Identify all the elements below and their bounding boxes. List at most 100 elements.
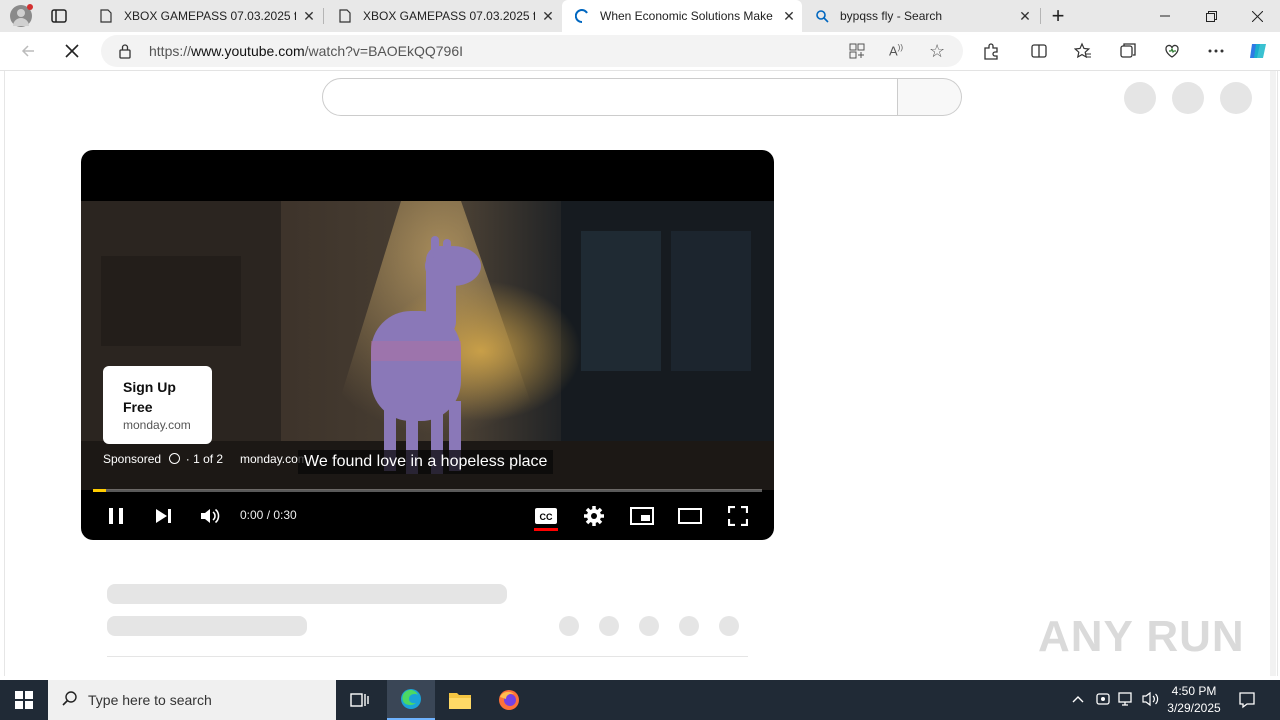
- placeholder-icon-button[interactable]: [1124, 82, 1156, 114]
- lock-icon[interactable]: [118, 43, 132, 64]
- tab-1[interactable]: XBOX GAMEPASS 07.03.2025 fixed ✕: [86, 0, 322, 32]
- ad-cta-card[interactable]: Sign Up Free monday.com: [103, 366, 212, 444]
- task-view-icon[interactable]: [336, 680, 384, 720]
- document-icon: [337, 8, 353, 24]
- action-placeholder: [559, 616, 579, 636]
- back-arrow-icon[interactable]: [12, 35, 44, 67]
- watermark: ANY RUN: [1038, 612, 1245, 661]
- progress-bar[interactable]: [93, 489, 762, 492]
- svg-text:CC: CC: [540, 512, 553, 522]
- url-text[interactable]: https://www.youtube.com/watch?v=BAOEkQQ7…: [149, 43, 463, 59]
- favorites-icon[interactable]: [1067, 35, 1099, 67]
- close-tab-icon[interactable]: ✕: [776, 8, 802, 25]
- tab-4[interactable]: bypqss fly - Search ✕: [802, 0, 1038, 32]
- notifications-icon[interactable]: [1238, 691, 1256, 714]
- tab-title: XBOX GAMEPASS 07.03.2025 fixed: [124, 9, 296, 23]
- bullet: ·: [185, 452, 190, 466]
- more-options-icon[interactable]: [1200, 35, 1232, 67]
- taskbar-search-box[interactable]: Type here to search: [48, 680, 336, 720]
- action-placeholder: [679, 616, 699, 636]
- tab-separator: [1040, 8, 1041, 24]
- action-placeholder: [639, 616, 659, 636]
- search-button[interactable]: [898, 78, 962, 116]
- collections-icon[interactable]: [1112, 35, 1144, 67]
- close-window-icon[interactable]: [1234, 0, 1280, 32]
- url-host: www.youtube.com: [191, 43, 305, 59]
- clock-time: 4:50 PM: [1171, 684, 1217, 698]
- ad-cta-domain: monday.com: [123, 418, 191, 432]
- file-explorer-icon[interactable]: [436, 680, 484, 720]
- time-display: 0:00 / 0:30: [240, 508, 297, 522]
- action-placeholder: [719, 616, 739, 636]
- system-clock[interactable]: 4:50 PM 3/29/2025: [1164, 683, 1224, 717]
- search-icon: [62, 690, 78, 711]
- new-tab-icon[interactable]: +: [1047, 3, 1069, 28]
- split-screen-icon[interactable]: [1023, 35, 1055, 67]
- action-placeholder: [599, 616, 619, 636]
- edge-taskbar-icon[interactable]: [387, 680, 435, 720]
- next-icon[interactable]: [150, 503, 176, 529]
- show-hidden-icons-chevron-icon[interactable]: [1071, 692, 1085, 711]
- tab-2[interactable]: XBOX GAMEPASS 07.03.2025 fixed ✕: [325, 0, 561, 32]
- ad-cta-line-2: Free: [123, 399, 153, 415]
- taskbar-search-placeholder: Type here to search: [88, 692, 212, 708]
- browser-essentials-icon[interactable]: [1156, 35, 1188, 67]
- taskbar: Type here to search 4:50 PM 3/29/2025: [0, 680, 1280, 720]
- windows-start-icon[interactable]: [0, 680, 48, 720]
- favorite-star-icon[interactable]: ☆: [929, 41, 945, 62]
- loading-spinner-icon: [574, 8, 590, 24]
- meet-now-icon[interactable]: [1095, 691, 1111, 712]
- tab-strip: XBOX GAMEPASS 07.03.2025 fixed ✕ XBOX GA…: [0, 0, 1280, 32]
- extensions-icon[interactable]: [975, 35, 1007, 67]
- page-scrollbar[interactable]: [1270, 71, 1276, 676]
- tab-separator: [323, 8, 324, 24]
- close-tab-icon[interactable]: ✕: [296, 8, 322, 25]
- firefox-icon[interactable]: [485, 680, 533, 720]
- read-aloud-icon[interactable]: A)): [889, 43, 903, 58]
- divider: [107, 656, 748, 657]
- tab-title: bypqss fly - Search: [840, 9, 943, 23]
- theater-mode-icon[interactable]: [677, 503, 703, 529]
- copilot-icon[interactable]: [1242, 35, 1274, 67]
- tab-actions-icon[interactable]: [50, 7, 68, 25]
- settings-gear-icon[interactable]: [581, 503, 607, 529]
- fullscreen-icon[interactable]: [725, 503, 751, 529]
- progress-fill: [93, 489, 107, 492]
- profile-avatar[interactable]: [10, 4, 33, 27]
- search-icon: [814, 8, 830, 24]
- closed-captions-icon[interactable]: CC: [533, 503, 559, 529]
- app-available-icon[interactable]: [849, 43, 865, 64]
- video-frame[interactable]: [81, 201, 774, 490]
- document-icon: [98, 8, 114, 24]
- ad-cta-line-1: Sign Up: [123, 379, 176, 395]
- avatar-placeholder[interactable]: [1220, 82, 1252, 114]
- close-tab-icon[interactable]: ✕: [1012, 8, 1038, 25]
- restore-icon[interactable]: [1188, 0, 1234, 32]
- channel-placeholder: [107, 616, 307, 636]
- volume-icon[interactable]: [197, 503, 223, 529]
- miniplayer-icon[interactable]: [629, 503, 655, 529]
- url-path: /watch?v=BAOEkQQ796I: [304, 43, 463, 59]
- video-player[interactable]: [81, 150, 774, 540]
- sponsored-label: Sponsored: [103, 452, 162, 466]
- minimize-icon[interactable]: [1142, 0, 1188, 32]
- info-icon[interactable]: [169, 453, 181, 464]
- url-scheme: https://: [149, 43, 192, 59]
- caption-text: We found love in a hopeless place: [298, 450, 554, 474]
- pause-icon[interactable]: [103, 503, 129, 529]
- clock-date: 3/29/2025: [1167, 701, 1221, 715]
- captions-on-indicator: [534, 528, 558, 531]
- close-tab-icon[interactable]: ✕: [535, 8, 561, 25]
- video-scene: [81, 201, 774, 490]
- search-input[interactable]: [322, 78, 898, 116]
- network-icon[interactable]: [1118, 691, 1136, 712]
- placeholder-icon-button[interactable]: [1172, 82, 1204, 114]
- ad-badge: Sponsored · 1 of 2: [103, 452, 223, 466]
- tab-title: XBOX GAMEPASS 07.03.2025 fixed: [363, 9, 535, 23]
- tab-3-active[interactable]: When Economic Solutions Make ✕: [562, 0, 802, 32]
- stop-loading-icon[interactable]: [56, 35, 88, 67]
- navigation-bar: https://www.youtube.com/watch?v=BAOEkQQ7…: [0, 32, 1280, 71]
- address-bar[interactable]: https://www.youtube.com/watch?v=BAOEkQQ7…: [101, 35, 963, 67]
- tab-title: When Economic Solutions Make: [600, 9, 773, 23]
- volume-tray-icon[interactable]: [1142, 691, 1160, 712]
